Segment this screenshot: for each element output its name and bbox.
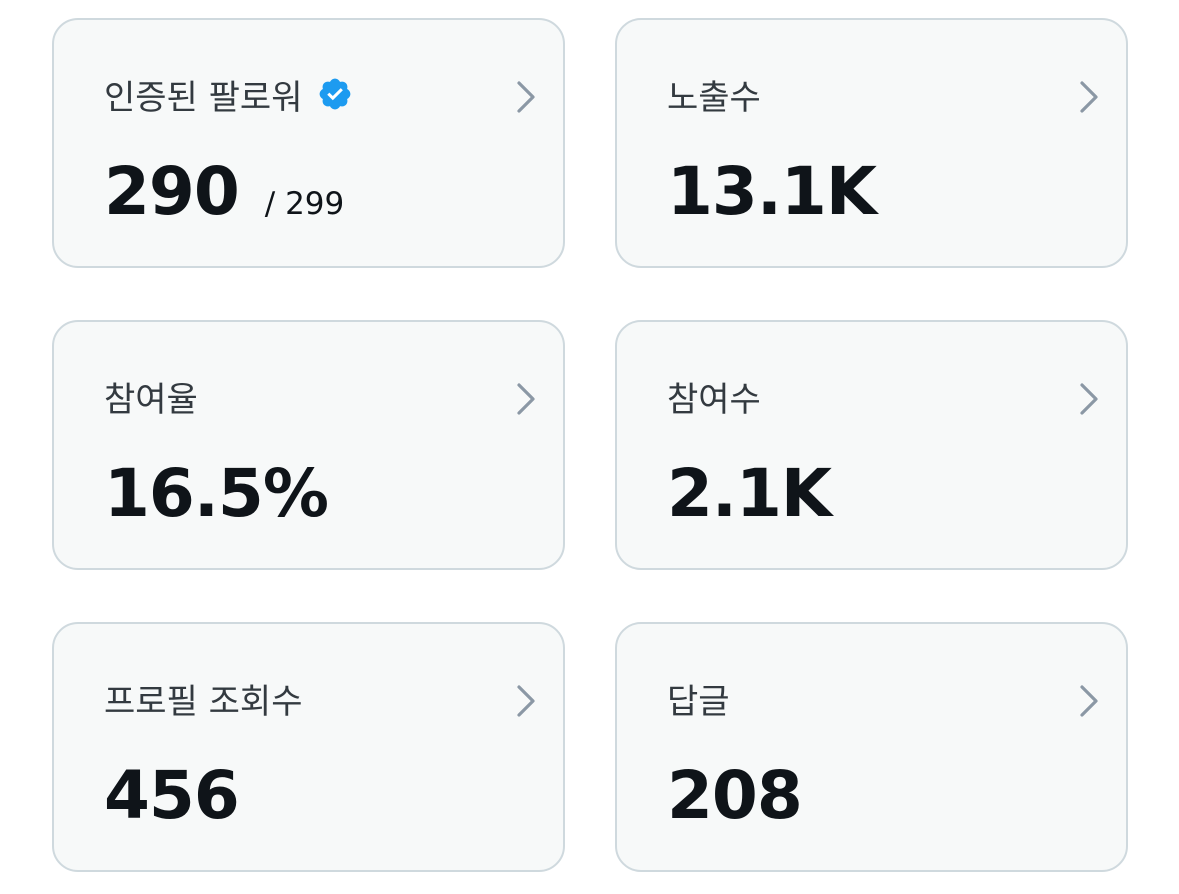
card-engagement-rate[interactable]: 참여율 16.5% [52, 320, 565, 570]
card-label: 참여수 [667, 379, 761, 420]
card-label: 프로필 조회수 [104, 681, 303, 722]
chevron-right-icon [515, 684, 537, 718]
card-label: 노출수 [667, 77, 761, 118]
card-value: 16.5% [104, 455, 329, 532]
card-value: 456 [104, 757, 240, 834]
chevron-right-icon [1078, 80, 1100, 114]
card-profile-visits[interactable]: 프로필 조회수 456 [52, 622, 565, 872]
card-engagements[interactable]: 참여수 2.1K [615, 320, 1128, 570]
card-label-row: 인증된 팔로워 [104, 72, 353, 118]
card-label: 인증된 팔로워 [104, 77, 303, 118]
chevron-right-icon [1078, 382, 1100, 416]
chevron-right-icon [1078, 684, 1100, 718]
card-label: 답글 [667, 681, 730, 722]
card-label-row: 참여수 [667, 374, 761, 420]
card-value-row: 208 [667, 757, 803, 834]
card-label-row: 답글 [667, 676, 730, 722]
card-label-row: 노출수 [667, 72, 761, 118]
card-label-row: 참여율 [104, 374, 198, 420]
chevron-right-icon [515, 80, 537, 114]
analytics-card-grid: 인증된 팔로워 290 / 299 노출수 13.1K 참여율 16.5% 참여… [52, 18, 1128, 872]
card-value-row: 16.5% [104, 455, 329, 532]
card-verified-followers[interactable]: 인증된 팔로워 290 / 299 [52, 18, 565, 268]
card-value-row: 13.1K [667, 153, 877, 230]
card-label-row: 프로필 조회수 [104, 676, 303, 722]
card-subvalue: / 299 [264, 186, 345, 222]
card-label: 참여율 [104, 379, 198, 420]
chevron-right-icon [515, 382, 537, 416]
card-replies[interactable]: 답글 208 [615, 622, 1128, 872]
card-impressions[interactable]: 노출수 13.1K [615, 18, 1128, 268]
card-value-row: 456 [104, 757, 240, 834]
card-value: 290 [104, 153, 240, 230]
verified-badge-icon [317, 76, 353, 112]
card-value: 208 [667, 757, 803, 834]
card-value: 13.1K [667, 153, 877, 230]
card-value-row: 290 / 299 [104, 156, 344, 228]
card-value: 2.1K [667, 455, 832, 532]
card-value-row: 2.1K [667, 455, 832, 532]
